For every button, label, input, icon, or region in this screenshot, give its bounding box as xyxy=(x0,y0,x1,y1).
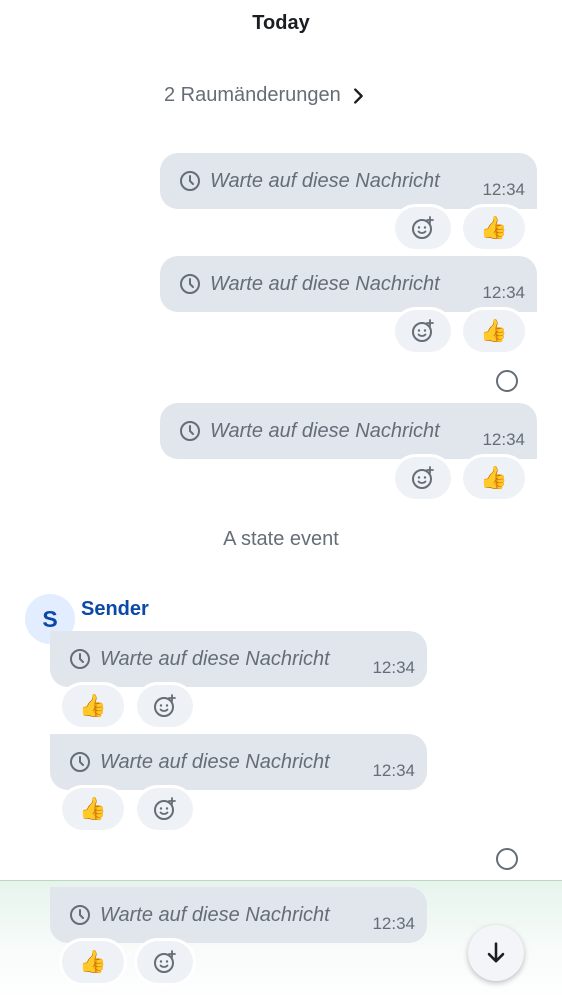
reaction-thumbs-up[interactable]: 👍 xyxy=(463,207,525,249)
message-timestamp: 12:34 xyxy=(482,283,525,302)
add-reaction-button[interactable] xyxy=(395,457,451,499)
message-timestamp: 12:34 xyxy=(372,658,415,677)
timeline: Today 2 Raumänderungen Warte auf diese N… xyxy=(0,0,562,1000)
add-reaction-icon xyxy=(154,694,176,717)
clock-icon xyxy=(70,752,90,772)
message-bubble-outgoing[interactable]: Warte auf diese Nachricht 12:34 xyxy=(160,153,537,209)
message-text: Warte auf diese Nachricht xyxy=(210,419,440,442)
add-reaction-icon xyxy=(412,466,434,489)
clock-icon xyxy=(70,905,90,925)
reaction-thumbs-up[interactable]: 👍 xyxy=(463,310,525,352)
reaction-thumbs-up[interactable]: 👍 xyxy=(463,457,525,499)
message-text: Warte auf diese Nachricht xyxy=(210,169,440,192)
add-reaction-button[interactable] xyxy=(137,788,193,830)
message-timestamp: 12:34 xyxy=(372,761,415,780)
message-bubble-incoming[interactable]: Warte auf diese Nachricht 12:34 xyxy=(50,631,427,687)
thumbs-up-emoji: 👍 xyxy=(79,796,107,821)
add-reaction-button[interactable] xyxy=(395,207,451,249)
message-bubble-incoming[interactable]: Warte auf diese Nachricht 12:34 xyxy=(50,887,427,943)
scroll-to-bottom-button[interactable] xyxy=(468,925,524,981)
room-changes-label: 2 Raumänderungen xyxy=(164,84,341,106)
thumbs-up-emoji: 👍 xyxy=(480,318,508,343)
message-timestamp: 12:34 xyxy=(482,430,525,449)
read-receipt-indicator xyxy=(496,848,518,870)
message-text: Warte auf diese Nachricht xyxy=(210,272,440,295)
message-text: Warte auf diese Nachricht xyxy=(100,903,330,926)
message-timestamp: 12:34 xyxy=(372,914,415,933)
sender-name[interactable]: Sender xyxy=(81,598,149,621)
arrow-down-icon xyxy=(487,942,505,963)
thumbs-up-emoji: 👍 xyxy=(480,215,508,240)
add-reaction-icon xyxy=(412,216,434,239)
chevron-right-icon xyxy=(353,87,363,104)
add-reaction-icon xyxy=(412,319,434,342)
clock-icon xyxy=(70,649,90,669)
thumbs-up-emoji: 👍 xyxy=(79,949,107,974)
add-reaction-button[interactable] xyxy=(137,941,193,983)
add-reaction-icon xyxy=(154,950,176,973)
read-receipt-indicator xyxy=(496,370,518,392)
state-event-label: A state event xyxy=(223,528,339,550)
thumbs-up-emoji: 👍 xyxy=(79,693,107,718)
day-separator: Today xyxy=(252,12,310,34)
room-changes-group[interactable]: 2 Raumänderungen xyxy=(164,84,369,107)
message-bubble-outgoing[interactable]: Warte auf diese Nachricht 12:34 xyxy=(160,256,537,312)
message-bubble-outgoing[interactable]: Warte auf diese Nachricht 12:34 xyxy=(160,403,537,459)
add-reaction-button[interactable] xyxy=(137,685,193,727)
message-bubble-incoming[interactable]: Warte auf diese Nachricht 12:34 xyxy=(50,734,427,790)
message-text: Warte auf diese Nachricht xyxy=(100,647,330,670)
thumbs-up-emoji: 👍 xyxy=(480,465,508,490)
clock-icon xyxy=(180,274,200,294)
add-reaction-button[interactable] xyxy=(395,310,451,352)
message-timestamp: 12:34 xyxy=(482,180,525,199)
reaction-thumbs-up[interactable]: 👍 xyxy=(62,685,124,727)
reaction-thumbs-up[interactable]: 👍 xyxy=(62,941,124,983)
message-text: Warte auf diese Nachricht xyxy=(100,750,330,773)
clock-icon xyxy=(180,171,200,191)
add-reaction-icon xyxy=(154,797,176,820)
clock-icon xyxy=(180,421,200,441)
reaction-thumbs-up[interactable]: 👍 xyxy=(62,788,124,830)
